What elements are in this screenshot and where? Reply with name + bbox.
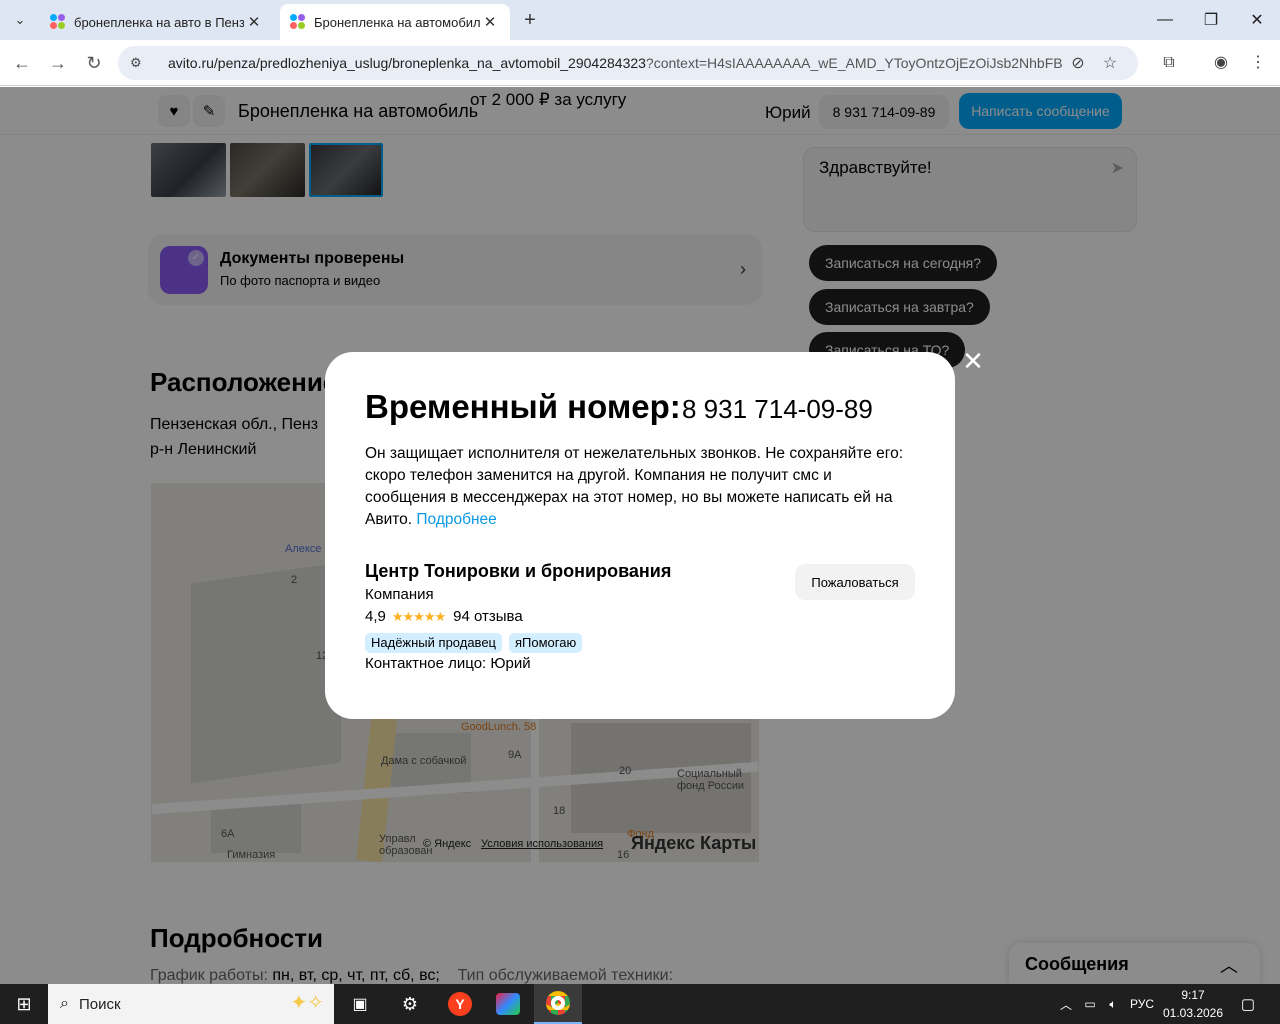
url-text: avito.ru/penza/predlozheniya_uslug/brone… [168,55,1062,71]
tab-bar: ⌄ бронепленка на авто в Пензе ✕ Бронепле… [0,0,1280,40]
rating-stars-icon: ★★★★★ [391,608,446,624]
close-window-icon[interactable]: ✕ [1234,0,1280,40]
minimize-icon[interactable]: — [1142,0,1188,40]
network-icon[interactable]: ▭ [1080,984,1100,1024]
menu-kebab-icon[interactable]: ⋮ [1247,52,1269,74]
reload-icon[interactable]: ↻ [82,51,106,75]
profile-icon[interactable]: ◉ [1210,52,1232,74]
badge-ya-pomogayu: яПомогаю [509,633,583,653]
company-type: Компания [365,586,434,603]
badge-reliable-seller: Надёжный продавец [365,633,502,653]
taskbar-search[interactable]: ⌕ Поиск ✦✧ [48,984,334,1024]
tab-title: бронепленка на авто в Пензе [74,14,244,30]
modal-heading: Временный номер: [365,388,681,425]
search-highlight-icon: ✦✧ [290,992,324,1014]
reviews-count: 94 отзыва [453,608,523,625]
company-name[interactable]: Центр Тонировки и бронирования [365,561,671,582]
forward-icon[interactable]: → [46,51,70,75]
site-info-icon[interactable]: ⚙ [130,55,154,71]
rating-value: 4,9 [365,608,386,625]
tab-title: Бронепленка на автомобиль в [314,14,480,30]
tab-active[interactable]: Бронепленка на автомобиль в ✕ [280,4,510,40]
bookmark-star-icon[interactable]: ☆ [1094,53,1126,73]
taskbar-search-label: Поиск [78,995,121,1013]
new-tab-icon[interactable]: + [518,8,542,32]
tracking-protection-icon[interactable]: ⊘ [1062,53,1094,73]
tab-inactive[interactable]: бронепленка на авто в Пензе ✕ [40,4,274,40]
clock[interactable]: 9:17 01.03.2026 [1160,986,1226,1022]
browser-toolbar: ← → ↻ ⚙ avito.ru/penza/predlozheniya_usl… [0,40,1280,86]
photos-app-icon[interactable] [488,984,528,1024]
notifications-icon[interactable]: ▢ [1236,984,1260,1024]
extensions-icon[interactable]: ⧉ [1158,52,1180,74]
windows-start-icon[interactable]: ⊞ [0,984,48,1024]
avito-favicon-icon [290,14,306,30]
close-tab-icon[interactable]: ✕ [480,13,500,31]
settings-gear-icon[interactable]: ⚙ [390,984,430,1024]
tray-chevron-up-icon[interactable]: ︿ [1056,984,1076,1024]
volume-icon[interactable]: 🔈︎ [1103,984,1123,1024]
yandex-browser-icon[interactable]: Y [440,984,480,1024]
temporary-phone-number[interactable]: 8 931 714-09-89 [682,394,873,425]
close-tab-icon[interactable]: ✕ [244,13,264,31]
avito-favicon-icon [50,14,66,30]
address-bar[interactable]: ⚙ avito.ru/penza/predlozheniya_uslug/bro… [118,46,1138,80]
report-button[interactable]: Пожаловаться [795,564,915,600]
tab-search-chevron-icon[interactable]: ⌄ [8,8,32,32]
company-rating[interactable]: 4,9 ★★★★★ 94 отзыва [365,608,523,625]
chrome-icon[interactable] [534,984,582,1024]
temporary-number-modal: Временный номер: 8 931 714-09-89 Он защи… [325,352,955,719]
search-icon: ⌕ [60,995,69,1012]
close-modal-icon[interactable]: ✕ [961,348,985,374]
back-icon[interactable]: ← [10,51,34,75]
clock-date: 01.03.2026 [1162,1006,1224,1020]
contact-person: Контактное лицо: Юрий [365,655,531,672]
seller-badges: Надёжный продавец яПомогаю [365,633,589,653]
more-info-link[interactable]: Подробнее [416,511,496,528]
clock-time: 9:17 [1181,988,1205,1002]
taskbar: ⊞ ⌕ Поиск ✦✧ ▣ ⚙ Y ︿ ▭ 🔈︎ РУС 9:17 01.03… [0,984,1280,1024]
restore-icon[interactable]: ❐ [1188,0,1234,40]
input-language[interactable]: РУС [1130,984,1154,1024]
modal-description: Он защищает исполнителя от нежелательных… [365,445,904,528]
task-view-icon[interactable]: ▣ [340,984,380,1024]
